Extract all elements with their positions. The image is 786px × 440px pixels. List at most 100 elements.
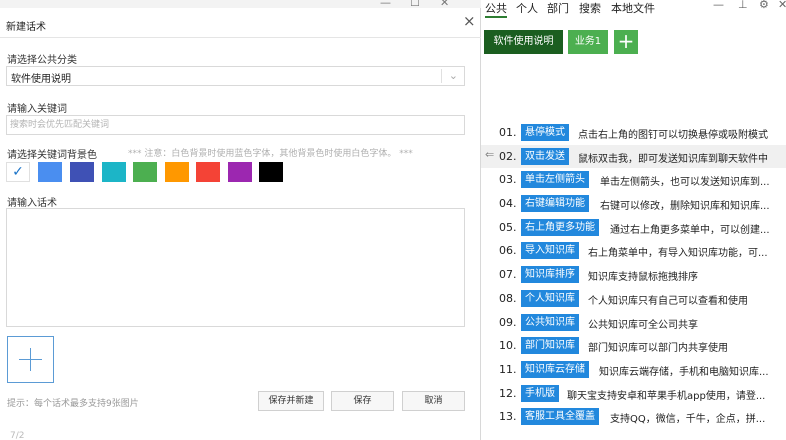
close-icon[interactable]: ✕ (440, 0, 449, 9)
list-item[interactable]: 01. 悬停模式 点击右上角的图钉可以切换悬停或吸附模式 (481, 121, 786, 145)
maximize-icon[interactable]: ☐ (410, 0, 420, 9)
item-number: 13. (499, 410, 517, 424)
color-label: 请选择关键词背景色 (7, 150, 97, 161)
knowledge-list: 01. 悬停模式 点击右上角的图钉可以切换悬停或吸附模式 ⇐ 02. 双击发送 … (481, 121, 786, 429)
chevron-down-icon[interactable]: ⌄ (449, 69, 458, 82)
tab-department[interactable]: 部门 (547, 0, 569, 16)
category-tab-business1[interactable]: 业务1 (568, 30, 608, 54)
item-tag: 右上角更多功能 (521, 218, 599, 236)
gear-icon[interactable]: ⚙ (759, 0, 769, 11)
item-tag: 手机版 (521, 384, 559, 402)
tab-search[interactable]: 搜索 (579, 0, 601, 16)
minimize-icon[interactable]: — (713, 0, 724, 11)
check-icon: ✓ (12, 164, 24, 180)
item-description: 点击右上角的图钉可以切换悬停或吸附模式 (578, 130, 768, 141)
item-number: 03. (499, 173, 517, 187)
item-description: 部门知识库可以部门内共享使用 (588, 343, 728, 355)
item-number: 02. (499, 149, 517, 163)
color-swatch-green[interactable] (133, 162, 157, 182)
item-number: 09. (499, 315, 517, 329)
page-indicator: 7/2 (10, 431, 25, 440)
background-window-titlebar: — ☐ ✕ (0, 0, 481, 9)
item-description: 个人知识库只有自己可以查看和使用 (588, 295, 748, 307)
title-divider (0, 37, 481, 38)
item-description: 公共知识库可全公司共享 (588, 319, 698, 331)
item-number: 04. (499, 197, 517, 211)
speech-label: 请输入话术 (7, 198, 57, 209)
minimize-icon[interactable]: — (380, 0, 391, 9)
item-number: 01. (499, 126, 517, 139)
item-number: 11. (499, 362, 517, 376)
item-tag: 部门知识库 (521, 337, 579, 355)
color-swatch-red[interactable] (196, 162, 220, 182)
add-image-button[interactable] (7, 336, 54, 383)
item-tag: 双击发送 (521, 147, 569, 165)
item-tag: 单击左侧箭头 (521, 171, 589, 189)
speech-textarea[interactable] (6, 208, 465, 327)
pin-icon[interactable]: ⊥ (738, 0, 748, 11)
item-number: 06. (499, 244, 517, 258)
dialog-close-icon[interactable]: × (463, 14, 476, 29)
item-tag: 知识库云存储 (521, 360, 589, 378)
item-tag: 导入知识库 (521, 242, 579, 260)
item-tag: 公共知识库 (521, 313, 579, 331)
color-swatch-orange[interactable] (165, 162, 189, 182)
item-description: 知识库支持鼠标拖拽排序 (588, 272, 698, 284)
save-and-new-button[interactable]: 保存并新建 (258, 391, 324, 411)
item-tag: 悬停模式 (521, 124, 569, 141)
item-description: 支持QQ，微信，千牛，企点，拼... (610, 414, 766, 426)
list-item[interactable]: 13. 客服工具全覆盖 支持QQ，微信，千牛，企点，拼... (481, 405, 786, 429)
item-description: 知识库云端存储，手机和电脑知识库... (599, 366, 769, 378)
color-note: *** 注意：白色背景时使用蓝色字体，其他背景色时使用白色字体。 *** (128, 149, 413, 159)
color-swatch-purple[interactable] (228, 162, 252, 182)
list-item[interactable]: 07. 知识库排序 知识库支持鼠标拖拽排序 (481, 263, 786, 287)
select-divider (441, 69, 442, 83)
list-item[interactable]: ⇐ 02. 双击发送 鼠标双击我，即可发送知识库到聊天软件中 (481, 144, 786, 169)
item-number: 10. (499, 339, 517, 353)
item-tag: 知识库排序 (521, 266, 579, 284)
tab-public[interactable]: 公共 (485, 0, 507, 18)
list-item[interactable]: 08. 个人知识库 个人知识库只有自己可以查看和使用 (481, 287, 786, 311)
item-number: 08. (499, 291, 517, 305)
item-description: 通过右上角更多菜单中，可以创建... (610, 224, 770, 236)
color-swatch-blue[interactable] (38, 162, 62, 182)
keyword-input[interactable] (6, 115, 465, 135)
category-select-value: 软件使用说明 (11, 74, 71, 85)
color-swatch-black[interactable] (259, 162, 283, 182)
category-label: 请选择公共分类 (7, 55, 77, 66)
cancel-button[interactable]: 取消 (402, 391, 465, 411)
color-swatch-cyan[interactable] (102, 162, 126, 182)
keyword-label: 请输入关键词 (7, 104, 67, 115)
category-select[interactable]: 软件使用说明 ⌄ (6, 66, 465, 86)
item-tag: 右键编辑功能 (521, 195, 589, 213)
item-number: 05. (499, 220, 517, 234)
add-category-button[interactable]: + (614, 30, 638, 54)
item-description: 鼠标双击我，即可发送知识库到聊天软件中 (578, 153, 768, 165)
list-item[interactable]: 04. 右键编辑功能 右键可以修改，删除知识库和知识库... (481, 192, 786, 216)
item-number: 07. (499, 268, 517, 282)
tab-personal[interactable]: 个人 (516, 0, 538, 16)
item-number: 12. (499, 386, 517, 400)
tab-local-files[interactable]: 本地文件 (611, 0, 655, 16)
list-item[interactable]: 12. 手机版 聊天宝支持安卓和苹果手机app使用，请登... (481, 382, 786, 406)
color-swatch-indigo[interactable] (70, 162, 94, 182)
item-description: 右上角菜单中，有导入知识库功能，可... (588, 248, 768, 260)
item-description: 右键可以修改，删除知识库和知识库... (600, 201, 770, 213)
item-description: 聊天宝支持安卓和苹果手机app使用，请登... (567, 390, 766, 402)
item-description: 单击左侧箭头，也可以发送知识库到... (600, 177, 770, 189)
list-item[interactable]: 05. 右上角更多功能 通过右上角更多菜单中，可以创建... (481, 216, 786, 240)
plus-icon-vertical (30, 348, 31, 371)
new-speech-dialog: — ☐ ✕ 新建话术 × 请选择公共分类 软件使用说明 ⌄ 请输入关键词 请选择… (0, 0, 481, 440)
list-item[interactable]: 10. 部门知识库 部门知识库可以部门内共享使用 (481, 334, 786, 358)
save-button[interactable]: 保存 (331, 391, 394, 411)
list-item[interactable]: 11. 知识库云存储 知识库云端存储，手机和电脑知识库... (481, 358, 786, 382)
send-arrow-icon[interactable]: ⇐ (485, 148, 494, 161)
list-item[interactable]: 06. 导入知识库 右上角菜单中，有导入知识库功能，可... (481, 239, 786, 263)
list-item[interactable]: 03. 单击左侧箭头 单击左侧箭头，也可以发送知识库到... (481, 168, 786, 192)
category-tab-software-guide[interactable]: 软件使用说明 (484, 30, 563, 54)
list-item[interactable]: 09. 公共知识库 公共知识库可全公司共享 (481, 311, 786, 335)
color-swatch-white[interactable]: ✓ (6, 162, 30, 182)
image-hint: 提示：每个话术最多支持9张图片 (7, 399, 139, 409)
item-tag: 个人知识库 (521, 289, 579, 307)
close-icon[interactable]: ✕ (778, 0, 786, 11)
